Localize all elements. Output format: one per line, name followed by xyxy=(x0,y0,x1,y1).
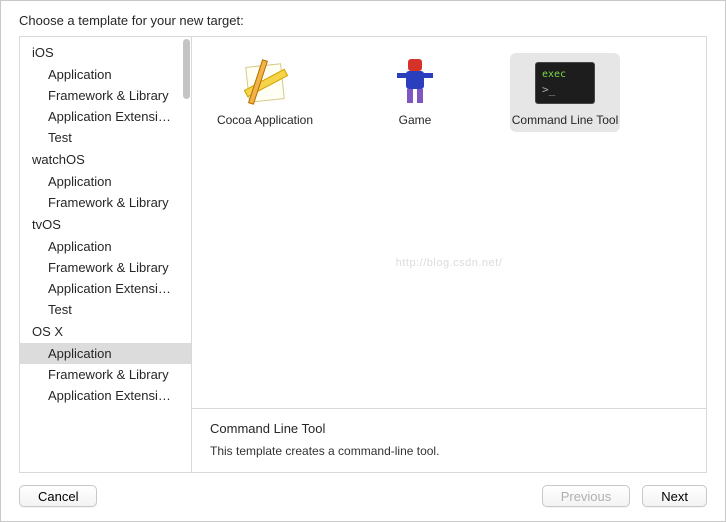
next-button[interactable]: Next xyxy=(642,485,707,507)
new-target-sheet: Choose a template for your new target: i… xyxy=(0,0,726,522)
previous-button: Previous xyxy=(542,485,631,507)
sidebar-scrollbar[interactable] xyxy=(183,39,190,470)
template-label: Game xyxy=(399,113,432,128)
template-panel: Cocoa Application Game exec >_ xyxy=(192,37,706,472)
watermark-text: http://blog.csdn.net/ xyxy=(396,257,503,269)
sidebar-item[interactable]: Test xyxy=(20,127,191,148)
template-description: Command Line Tool This template creates … xyxy=(192,408,706,472)
cocoa-app-icon xyxy=(234,57,296,109)
category-ios[interactable]: iOS xyxy=(20,41,191,64)
template-cocoa-application[interactable]: Cocoa Application xyxy=(210,53,320,132)
sidebar-item[interactable]: Test xyxy=(20,299,191,320)
sidebar-item[interactable]: Framework & Library xyxy=(20,192,191,213)
description-text: This template creates a command-line too… xyxy=(210,444,688,458)
heading-text: Choose a template for your new target: xyxy=(19,13,244,28)
template-label: Command Line Tool xyxy=(512,113,619,128)
sidebar-item[interactable]: Framework & Library xyxy=(20,85,191,106)
sidebar-item-selected[interactable]: Application xyxy=(20,343,191,364)
category-tvos[interactable]: tvOS xyxy=(20,213,191,236)
sidebar-item[interactable]: Framework & Library xyxy=(20,257,191,278)
scroll-thumb[interactable] xyxy=(183,39,190,99)
sidebar-item[interactable]: Application Extensi… xyxy=(20,106,191,127)
template-label: Cocoa Application xyxy=(217,113,313,128)
sidebar-item[interactable]: Application xyxy=(20,236,191,257)
template-grid: Cocoa Application Game exec >_ xyxy=(192,37,706,408)
template-game[interactable]: Game xyxy=(360,53,470,132)
cancel-button[interactable]: Cancel xyxy=(19,485,97,507)
description-title: Command Line Tool xyxy=(210,421,688,436)
sidebar-item[interactable]: Application Extensi… xyxy=(20,278,191,299)
game-icon xyxy=(384,57,446,109)
category-sidebar[interactable]: iOS Application Framework & Library Appl… xyxy=(20,37,192,472)
template-command-line-tool[interactable]: exec >_ Command Line Tool xyxy=(510,53,620,132)
category-watchos[interactable]: watchOS xyxy=(20,148,191,171)
sidebar-item[interactable]: Application Extensi… xyxy=(20,385,191,406)
content-area: iOS Application Framework & Library Appl… xyxy=(19,36,707,473)
terminal-icon: exec >_ xyxy=(534,57,596,109)
sidebar-item[interactable]: Application xyxy=(20,64,191,85)
category-osx[interactable]: OS X xyxy=(20,320,191,343)
sidebar-item[interactable]: Application xyxy=(20,171,191,192)
sidebar-item[interactable]: Framework & Library xyxy=(20,364,191,385)
button-bar: Cancel Previous Next xyxy=(1,473,725,521)
sheet-heading: Choose a template for your new target: xyxy=(1,1,725,36)
